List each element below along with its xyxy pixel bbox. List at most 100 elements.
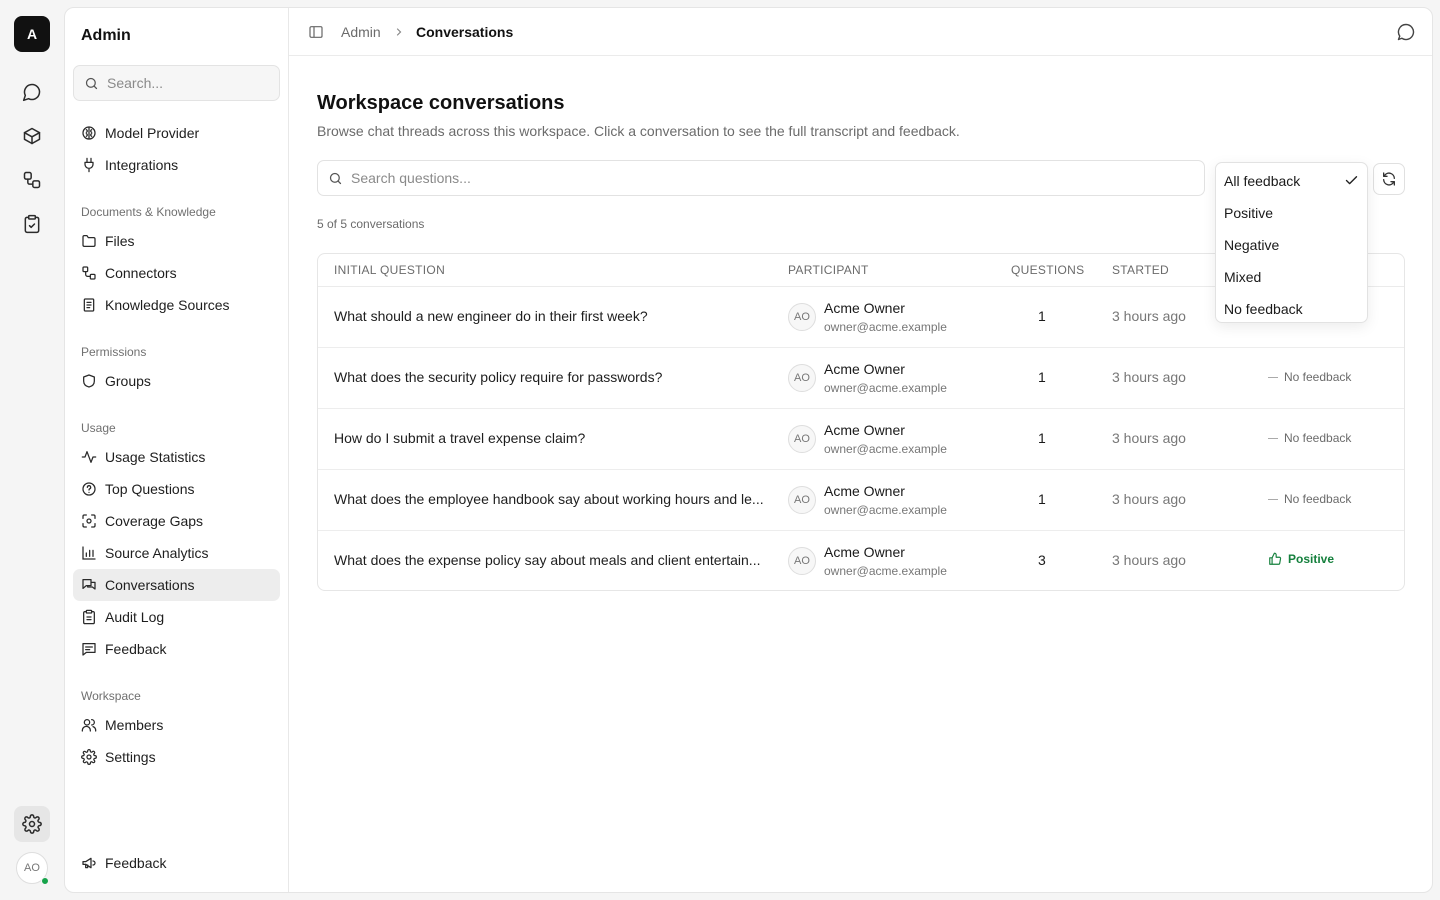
breadcrumb-admin[interactable]: Admin	[341, 24, 381, 40]
workflow-icon	[22, 170, 42, 190]
participant-email: owner@acme.example	[824, 381, 947, 395]
feedback-status: No feedback	[1268, 370, 1351, 384]
participant-email: owner@acme.example	[824, 564, 947, 578]
table-row[interactable]: What does the expense policy say about m…	[318, 531, 1404, 590]
started-time: 3 hours ago	[1112, 552, 1186, 568]
row-question: What does the expense policy say about m…	[334, 552, 761, 568]
sidebar-item-top-questions[interactable]: Top Questions	[73, 473, 280, 505]
sidebar-search-input[interactable]	[107, 75, 267, 91]
column-participant[interactable]: PARTICIPANT	[788, 263, 869, 277]
admin-settings-rail-button[interactable]	[14, 806, 50, 842]
chat-rail-button[interactable]	[14, 74, 50, 110]
sidebar-item-audit-log[interactable]: Audit Log	[73, 601, 280, 633]
folder-icon	[81, 233, 97, 249]
online-status-indicator	[41, 877, 49, 885]
thumbs-up-icon	[1268, 552, 1282, 566]
sidebar-item-groups[interactable]: Groups	[73, 365, 280, 397]
row-question: How do I submit a travel expense claim?	[334, 430, 586, 446]
gear-icon	[22, 814, 42, 834]
participant-name: Acme Owner	[824, 544, 905, 560]
sidebar-item-connectors[interactable]: Connectors	[73, 257, 280, 289]
participant-name: Acme Owner	[824, 483, 905, 499]
brain-icon	[81, 125, 97, 141]
dash-icon	[1268, 498, 1278, 500]
sidebar-item-coverage-gaps[interactable]: Coverage Gaps	[73, 505, 280, 537]
filter-option-positive[interactable]: Positive	[1216, 197, 1367, 229]
question-count: 1	[1038, 430, 1046, 446]
sidebar-title: Admin	[81, 27, 131, 44]
sidebar-item-settings[interactable]: Settings	[73, 741, 280, 773]
participant-avatar: AO	[788, 364, 816, 392]
question-count: 1	[1038, 491, 1046, 507]
sidebar-item-knowledge-sources[interactable]: Knowledge Sources	[73, 289, 280, 321]
shield-icon	[81, 373, 97, 389]
page-title: Workspace conversations	[317, 92, 565, 114]
sidebar-item-files[interactable]: Files	[73, 225, 280, 257]
participant-email: owner@acme.example	[824, 320, 947, 334]
column-started[interactable]: STARTED	[1112, 263, 1169, 277]
models-rail-button[interactable]	[14, 118, 50, 154]
sidebar-item-model-provider[interactable]: Model Provider	[73, 117, 280, 149]
refresh-icon	[1381, 171, 1397, 187]
icon-rail: A AO	[0, 0, 64, 900]
scan-icon	[81, 513, 97, 529]
section-permissions: Permissions	[81, 345, 147, 359]
participant-avatar: AO	[788, 425, 816, 453]
clipboard-icon	[81, 609, 97, 625]
section-documents-knowledge: Documents & Knowledge	[81, 205, 216, 219]
row-question: What does the security policy require fo…	[334, 369, 663, 385]
question-count: 1	[1038, 369, 1046, 385]
filter-option-all-feedback[interactable]: All feedback	[1216, 165, 1367, 197]
sidebar-search[interactable]	[73, 65, 280, 101]
column-questions[interactable]: QUESTIONS	[1011, 263, 1084, 277]
column-initial-question[interactable]: INITIAL QUESTION	[334, 263, 445, 277]
megaphone-icon	[81, 855, 97, 871]
question-search-input[interactable]	[351, 170, 1171, 186]
participant-name: Acme Owner	[824, 361, 905, 377]
participant-name: Acme Owner	[824, 422, 905, 438]
sidebar-item-send-feedback[interactable]: Feedback	[73, 847, 280, 879]
table-row[interactable]: How do I submit a travel expense claim? …	[318, 409, 1404, 470]
participant-email: owner@acme.example	[824, 503, 947, 517]
help-circle-icon	[81, 481, 97, 497]
started-time: 3 hours ago	[1112, 491, 1186, 507]
feedback-status: No feedback	[1268, 492, 1351, 506]
sidebar-item-conversations[interactable]: Conversations	[73, 569, 280, 601]
question-count: 3	[1038, 552, 1046, 568]
users-icon	[81, 717, 97, 733]
app-frame: Admin Model Provider Integrations Docume…	[64, 7, 1433, 893]
top-bar: Admin Conversations	[289, 8, 1432, 56]
connectors-icon	[81, 265, 97, 281]
bar-chart-icon	[81, 545, 97, 561]
message-square-icon	[81, 641, 97, 657]
chevron-right-icon	[393, 26, 405, 38]
main-content: Admin Conversations Workspace conversati…	[289, 8, 1432, 892]
sidebar-item-usage-statistics[interactable]: Usage Statistics	[73, 441, 280, 473]
started-time: 3 hours ago	[1112, 430, 1186, 446]
sidebar-item-integrations[interactable]: Integrations	[73, 149, 280, 181]
table-row[interactable]: What does the employee handbook say abou…	[318, 470, 1404, 531]
workflows-rail-button[interactable]	[14, 162, 50, 198]
table-row[interactable]: What does the security policy require fo…	[318, 348, 1404, 409]
refresh-button[interactable]	[1373, 163, 1405, 195]
search-icon	[84, 76, 99, 91]
sidebar-toggle-icon[interactable]	[308, 24, 324, 40]
section-usage: Usage	[81, 421, 116, 435]
tasks-rail-button[interactable]	[14, 206, 50, 242]
workspace-logo[interactable]: A	[14, 16, 50, 52]
dash-icon	[1268, 437, 1278, 439]
filter-option-no-feedback[interactable]: No feedback	[1216, 293, 1367, 325]
sidebar-item-source-analytics[interactable]: Source Analytics	[73, 537, 280, 569]
question-search[interactable]	[317, 160, 1205, 196]
section-workspace: Workspace	[81, 689, 141, 703]
messages-icon	[81, 577, 97, 593]
chat-circle-icon[interactable]	[1396, 22, 1416, 42]
sidebar-item-members[interactable]: Members	[73, 709, 280, 741]
feedback-status: No feedback	[1268, 431, 1351, 445]
admin-sidebar: Admin Model Provider Integrations Docume…	[65, 8, 289, 892]
row-question: What does the employee handbook say abou…	[334, 491, 764, 507]
filter-option-negative[interactable]: Negative	[1216, 229, 1367, 261]
filter-option-mixed[interactable]: Mixed	[1216, 261, 1367, 293]
sidebar-item-feedback[interactable]: Feedback	[73, 633, 280, 665]
feedback-filter-dropdown[interactable]: All feedback Positive Negative Mixed No …	[1215, 162, 1368, 323]
